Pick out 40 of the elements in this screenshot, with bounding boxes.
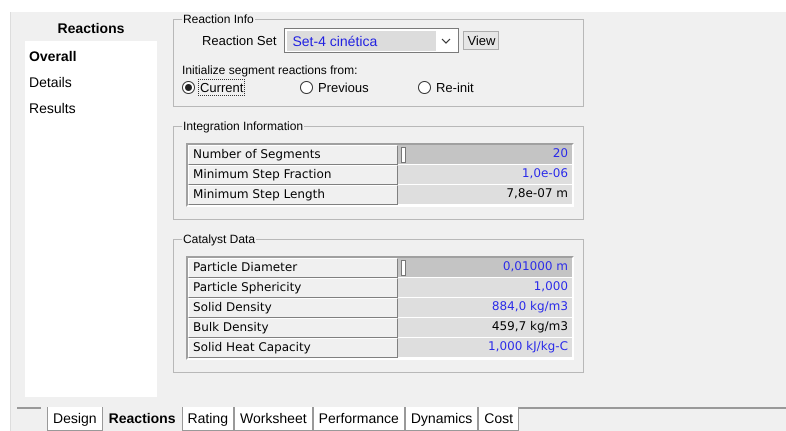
field-label: Reaction Set [202,33,276,48]
value-cell[interactable]: 459,7 kg/m3 [398,318,572,338]
value-cell[interactable]: 0,01000 m [398,258,572,278]
property-cell: Solid Heat Capacity [188,338,398,358]
tab[interactable]: Dynamics [404,407,478,431]
sidebar-title: Reactions [58,19,124,38]
init-label: Initialize segment reactions from: [182,63,358,77]
radio-button[interactable] [418,81,431,94]
value-cell[interactable]: 1,000 [398,278,572,298]
value-cell[interactable]: 20 [398,145,572,165]
caret-icon [441,38,452,44]
group-title: Reaction Info [182,12,255,26]
property-cell: Particle Sphericity [188,278,398,298]
group-title: Catalyst Data [182,232,256,246]
sidebar-item[interactable]: Results [25,95,157,121]
sidebar-item[interactable]: Details [25,69,157,95]
value-cell[interactable]: 884,0 kg/m3 [398,298,572,318]
property-cell: Minimum Step Fraction [188,165,398,185]
reaction-set-dropdown[interactable]: Set-4 cinética [284,28,460,53]
radio-label[interactable]: Re-init [434,79,476,96]
view-button[interactable]: View [463,31,500,50]
property-cell: Solid Density [188,298,398,318]
tab[interactable]: Cost [478,407,520,431]
value-cell[interactable]: 1,0e-06 [398,165,572,185]
value-cell[interactable]: 1,000 kJ/kg-C [398,338,572,358]
property-cell: Number of Segments [188,145,398,165]
group-title: Integration Information [182,119,304,133]
radio-label[interactable]: Previous [316,79,371,96]
tab[interactable]: Performance [312,407,405,431]
radio-label[interactable]: Current [198,79,246,96]
sidebar-item[interactable]: Overall [25,43,157,69]
tab[interactable]: Rating [182,407,234,431]
property-cell: Particle Diameter [188,258,398,278]
radio-button[interactable] [182,81,195,94]
value-cell[interactable]: 7,8e-07 m [398,185,572,205]
tab[interactable]: Worksheet [234,407,313,431]
property-cell: Bulk Density [188,318,398,338]
tab[interactable]: Design [47,407,103,431]
property-cell: Minimum Step Length [188,185,398,205]
radio-button[interactable] [300,81,313,94]
